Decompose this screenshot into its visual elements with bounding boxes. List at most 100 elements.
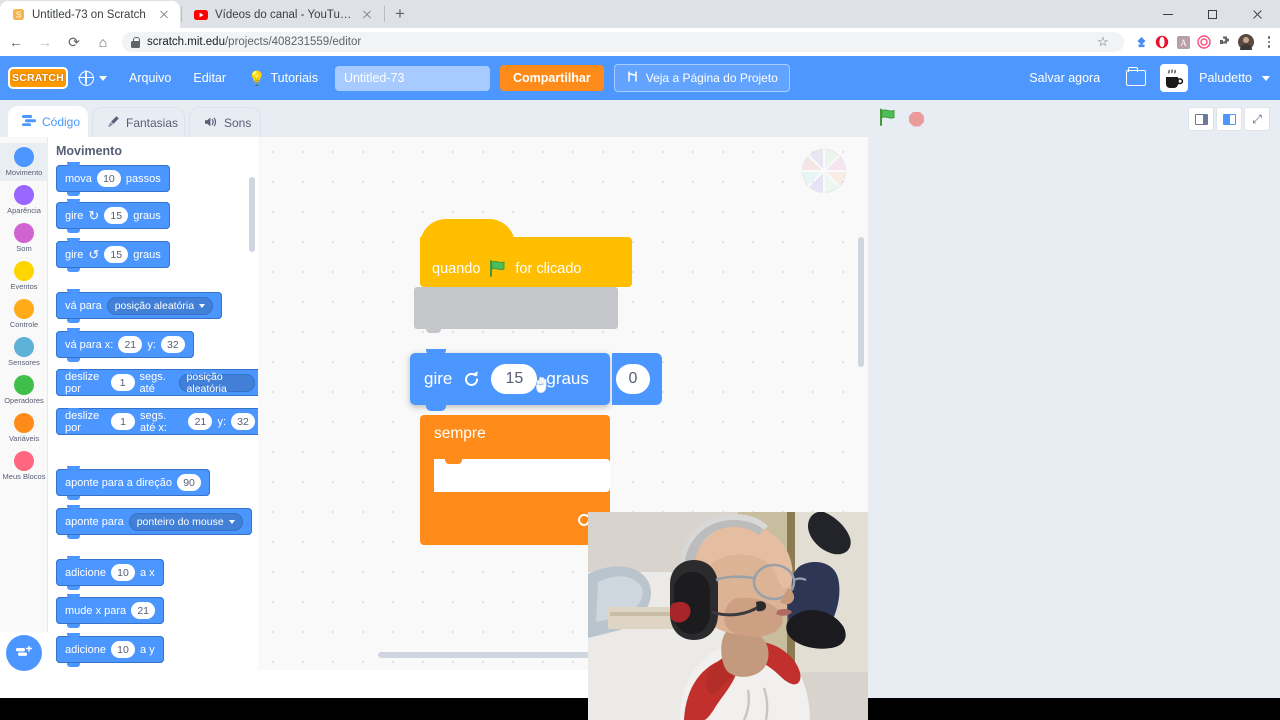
block-input-x[interactable]: 21 — [118, 336, 143, 353]
project-title-input[interactable] — [334, 65, 490, 91]
bookmark-ext-icon[interactable] — [1132, 33, 1150, 51]
add-extension-button[interactable] — [6, 635, 42, 671]
tab-codigo[interactable]: Código — [8, 106, 88, 138]
close-tab-icon[interactable] — [157, 8, 171, 22]
block-dropdown-target[interactable]: posição aleatória — [178, 371, 255, 395]
underlying-block-value[interactable]: 0 — [612, 353, 662, 405]
block-input-secs[interactable]: 1 — [111, 413, 136, 430]
palette-block-set-x[interactable]: mude x para 21 — [56, 594, 165, 628]
block-label: segs. até — [139, 370, 166, 395]
share-button[interactable]: Compartilhar — [499, 65, 604, 91]
block-input-degrees[interactable]: 15 — [104, 207, 129, 224]
browser-menu-icon[interactable] — [1258, 36, 1280, 48]
speaker-icon — [204, 116, 218, 131]
block-input-degrees[interactable]: 15 — [491, 364, 538, 394]
block-dropdown-target[interactable]: posição aleatória — [106, 296, 214, 315]
menu-tutoriais[interactable]: 💡 Tutoriais — [237, 56, 329, 100]
palette-block-turn-right[interactable]: gire ↻ 15 graus — [56, 199, 170, 233]
user-avatar[interactable] — [1160, 64, 1189, 92]
block-input-secs[interactable]: 1 — [110, 374, 135, 391]
block-input-steps[interactable]: 10 — [96, 170, 121, 187]
fullscreen-button[interactable]: ⤢ — [1244, 107, 1270, 131]
menu-editar[interactable]: Editar — [182, 56, 237, 100]
scratch-logo[interactable]: SCRATCH — [8, 67, 68, 89]
small-stage-button[interactable] — [1188, 107, 1214, 131]
block-palette[interactable]: Movimento mova 10 passos gire ↻ 15 graus… — [48, 137, 258, 670]
back-icon[interactable]: ← — [3, 28, 29, 56]
user-name-label[interactable]: Paludetto — [1199, 71, 1252, 85]
block-input-dx[interactable]: 10 — [110, 564, 135, 581]
category-aparencia[interactable]: Aparência — [0, 181, 48, 219]
fullscreen-icon: ⤢ — [1252, 111, 1262, 126]
category-som[interactable]: Som — [0, 219, 48, 257]
palette-block-move[interactable]: mova 10 passos — [56, 162, 170, 196]
dragged-block-turn-degrees[interactable]: gire 15 graus — [410, 349, 610, 411]
palette-block-point-direction[interactable]: aponte para a direção 90 — [56, 466, 211, 500]
minimize-button[interactable] — [1145, 0, 1190, 28]
tab-label: Sons — [224, 116, 252, 130]
save-now-link[interactable]: Salvar agora — [1017, 71, 1112, 85]
tab-label: Fantasias — [126, 116, 179, 130]
menu-arquivo[interactable]: Arquivo — [118, 56, 182, 100]
code-icon — [22, 115, 36, 129]
category-dot-icon — [14, 147, 34, 167]
reload-icon[interactable]: ⟳ — [61, 28, 87, 56]
script-hat-when-flag-clicked[interactable]: quando for clicado — [420, 219, 632, 287]
close-window-button[interactable] — [1235, 0, 1280, 28]
category-sensores[interactable]: Sensores — [0, 333, 48, 371]
green-flag-icon[interactable] — [878, 108, 897, 131]
palette-block-point-towards[interactable]: aponte para ponteiro do mouse — [56, 505, 252, 539]
palette-block-goto[interactable]: vá para posição aleatória — [56, 289, 223, 323]
forward-icon[interactable]: → — [32, 28, 58, 56]
opera-ext-icon[interactable] — [1153, 33, 1171, 51]
large-stage-button[interactable] — [1216, 107, 1242, 131]
category-dot-icon — [14, 451, 34, 471]
palette-block-change-y[interactable]: adicione 10 a y — [56, 633, 164, 667]
block-dropdown-towards[interactable]: ponteiro do mouse — [128, 512, 243, 531]
tab-fantasias[interactable]: Fantasias — [92, 107, 185, 138]
category-label: Movimento — [5, 168, 43, 177]
category-controle[interactable]: Controle — [0, 295, 48, 333]
tab-sons[interactable]: Sons — [189, 107, 261, 138]
project-page-button[interactable]: Veja a Página do Projeto — [613, 64, 790, 92]
palette-scrollbar[interactable] — [249, 177, 255, 252]
browser-tab-1[interactable]: Vídeos do canal - YouTube Studi — [183, 1, 383, 28]
script-block-forever[interactable]: sempre — [420, 415, 610, 545]
tab-divider — [181, 6, 182, 22]
block-input-value[interactable]: 0 — [616, 364, 650, 394]
block-input-dy[interactable]: 10 — [110, 641, 135, 658]
canvas-horizontal-scrollbar[interactable] — [378, 652, 598, 658]
address-bar[interactable]: scratch.mit.edu/projects/408231559/edito… — [122, 32, 1124, 52]
block-input-x[interactable]: 21 — [188, 413, 213, 430]
maximize-button[interactable] — [1190, 0, 1235, 28]
puzzle-ext-icon[interactable] — [1216, 33, 1234, 51]
palette-block-glide-to[interactable]: deslize por 1 segs. até posição aleatóri… — [56, 369, 258, 396]
close-tab-icon[interactable] — [360, 8, 374, 22]
canvas-vertical-scrollbar[interactable] — [858, 237, 864, 367]
category-eventos[interactable]: Eventos — [0, 257, 48, 295]
browser-tab-0[interactable]: S Untitled-73 on Scratch — [0, 1, 180, 28]
palette-block-goto-xy[interactable]: vá para x: 21 y: 32 — [56, 328, 194, 362]
block-input-y[interactable]: 32 — [231, 413, 255, 430]
new-tab-button[interactable]: + — [386, 0, 414, 28]
adobe-ext-icon[interactable]: A — [1174, 33, 1192, 51]
block-input-degrees[interactable]: 15 — [104, 246, 129, 263]
block-input-y[interactable]: 32 — [160, 336, 185, 353]
block-input-x[interactable]: 21 — [131, 602, 156, 619]
stop-sign-icon[interactable] — [909, 111, 924, 127]
palette-block-turn-left[interactable]: gire ↺ 15 graus — [56, 238, 170, 272]
block-input-direction[interactable]: 90 — [177, 474, 202, 491]
bookmark-star-icon[interactable]: ☆ — [1091, 34, 1115, 50]
home-icon[interactable]: ⌂ — [90, 28, 116, 56]
category-movimento[interactable]: Movimento — [0, 143, 48, 181]
palette-block-change-x[interactable]: adicione 10 a x — [56, 556, 164, 590]
folder-icon[interactable] — [1126, 66, 1147, 86]
palette-block-glide-xy[interactable]: deslize por 1 segs. até x: 21 y: 32 — [56, 408, 258, 435]
spiral-ext-icon[interactable] — [1195, 33, 1213, 51]
category-meus-blocos[interactable]: Meus Blocos — [0, 447, 48, 485]
category-variaveis[interactable]: Variáveis — [0, 409, 48, 447]
category-operadores[interactable]: Operadores — [0, 371, 48, 409]
language-selector[interactable] — [68, 56, 118, 100]
block-label: aponte para — [65, 515, 124, 528]
profile-avatar[interactable] — [1237, 33, 1255, 51]
